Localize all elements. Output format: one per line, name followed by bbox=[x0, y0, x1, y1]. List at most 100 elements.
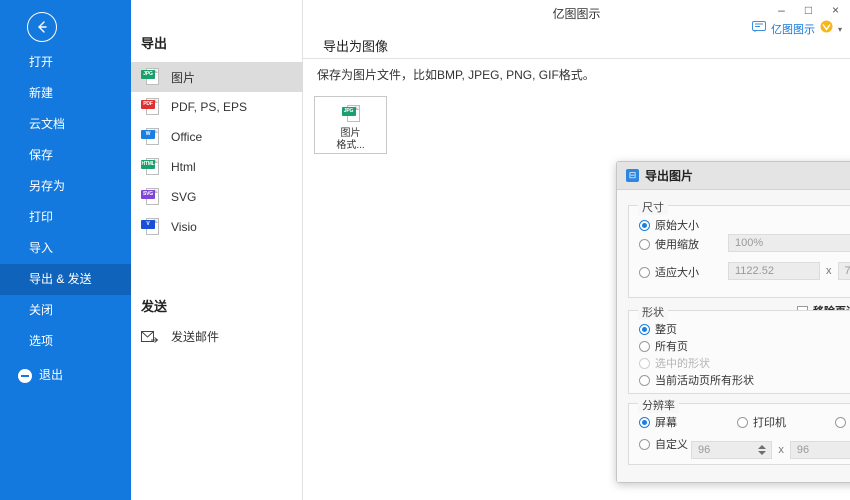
image-format-card-line2: 格式... bbox=[336, 140, 365, 151]
size-x-separator: x bbox=[826, 265, 832, 277]
fit-size-label: 适应大小 bbox=[655, 267, 699, 279]
source-radio[interactable] bbox=[835, 416, 846, 428]
resolution-option-custom[interactable]: 自定义 bbox=[639, 436, 688, 452]
custom-dpi-radio[interactable] bbox=[639, 438, 650, 450]
export-format-list: JPG 图片 PDF PDF, PS, EPS W Office HTML Ht… bbox=[131, 62, 303, 242]
send-item-label: 发送邮件 bbox=[171, 330, 220, 344]
resolution-option-source[interactable]: 来源 bbox=[835, 414, 850, 430]
format-label-image: 图片 bbox=[171, 70, 196, 85]
send-item-mail[interactable]: 发送邮件 bbox=[141, 328, 219, 345]
format-item-html[interactable]: HTML Html bbox=[131, 152, 303, 182]
format-label-svg: SVG bbox=[171, 190, 197, 204]
image-format-card-line1: 图片 bbox=[340, 128, 361, 139]
pdf-file-icon: PDF bbox=[141, 97, 159, 117]
sidebar-item-close[interactable]: 关闭 bbox=[0, 295, 131, 326]
sidebar-item-open[interactable]: 打开 bbox=[0, 47, 131, 78]
shape-option-all-pages[interactable]: 所有页 bbox=[639, 338, 688, 354]
format-label-visio: Visio bbox=[171, 220, 197, 234]
all-pages-label: 所有页 bbox=[655, 341, 688, 353]
use-scale-label: 使用缩放 bbox=[655, 239, 699, 251]
fit-width-input[interactable]: 1122.52 bbox=[728, 262, 820, 280]
format-item-office[interactable]: W Office bbox=[131, 122, 303, 152]
crown-icon bbox=[820, 20, 833, 38]
format-label-pdf: PDF, PS, EPS bbox=[171, 100, 248, 114]
brand-label[interactable]: 亿图图示 bbox=[771, 21, 815, 37]
export-format-column: 导出 JPG 图片 PDF PDF, PS, EPS W Office HTML… bbox=[131, 0, 303, 500]
dialog-app-icon: ⊟ bbox=[626, 169, 639, 182]
active-page-shapes-radio[interactable] bbox=[639, 374, 650, 386]
format-item-svg[interactable]: SVG SVG bbox=[131, 182, 303, 212]
sidebar-item-new[interactable]: 新建 bbox=[0, 78, 131, 109]
shape-group: 形状 整页 所有页 选中的形状 当前活动页所有形状 bbox=[628, 304, 850, 394]
format-item-pdf[interactable]: PDF PDF, PS, EPS bbox=[131, 92, 303, 122]
screen-label: 屏幕 bbox=[655, 417, 677, 429]
dpi-x-stepper[interactable]: 96 bbox=[691, 441, 773, 459]
chevron-down-icon[interactable]: ▾ bbox=[838, 25, 842, 34]
sidebar-item-saveas[interactable]: 另存为 bbox=[0, 171, 131, 202]
whole-page-radio[interactable] bbox=[639, 323, 650, 335]
format-label-office: Office bbox=[171, 130, 203, 144]
resolution-option-screen[interactable]: 屏幕 bbox=[639, 414, 677, 430]
exit-icon bbox=[18, 368, 32, 383]
sidebar-item-exit[interactable]: 退出 bbox=[0, 360, 131, 391]
resolution-option-printer[interactable]: 打印机 bbox=[737, 414, 786, 430]
original-size-row[interactable]: 原始大小 bbox=[639, 217, 699, 233]
html-file-icon: HTML bbox=[141, 157, 159, 177]
active-page-shapes-label: 当前活动页所有形状 bbox=[655, 375, 754, 387]
fit-size-row[interactable]: 适应大小 bbox=[639, 264, 699, 280]
shape-group-legend: 形状 bbox=[638, 304, 668, 320]
scale-value-combo[interactable]: 100% bbox=[728, 234, 850, 252]
jpg-card-icon: JPG bbox=[341, 104, 360, 124]
page-title: 导出为图像 bbox=[323, 39, 389, 54]
format-item-visio[interactable]: V Visio bbox=[131, 212, 303, 242]
use-scale-radio[interactable] bbox=[639, 238, 650, 250]
shape-option-whole-page[interactable]: 整页 bbox=[639, 321, 677, 337]
printer-radio[interactable] bbox=[737, 416, 748, 428]
sidebar-item-options[interactable]: 选项 bbox=[0, 326, 131, 357]
sidebar-item-save[interactable]: 保存 bbox=[0, 140, 131, 171]
mail-icon bbox=[141, 330, 159, 344]
backstage-sidebar: 打开 新建 云文档 保存 另存为 打印 导入 导出 & 发送 关闭 选项 退出 bbox=[0, 0, 131, 500]
sidebar-item-export-send[interactable]: 导出 & 发送 bbox=[0, 264, 131, 295]
sidebar-menu: 打开 新建 云文档 保存 另存为 打印 导入 导出 & 发送 关闭 选项 退出 bbox=[0, 47, 131, 391]
screen-radio[interactable] bbox=[639, 416, 650, 428]
send-section-title: 发送 bbox=[141, 299, 168, 314]
dpi-y-stepper[interactable]: 96 bbox=[789, 441, 850, 459]
jpg-file-icon: JPG bbox=[141, 67, 159, 87]
minimize-button[interactable]: – bbox=[775, 2, 788, 18]
dpi-x-value: 96 bbox=[698, 444, 711, 456]
header-divider bbox=[303, 58, 850, 59]
image-format-card[interactable]: JPG 图片 格式... bbox=[314, 96, 387, 154]
application-window: 打开 新建 云文档 保存 另存为 打印 导入 导出 & 发送 关闭 选项 退出 … bbox=[0, 0, 850, 500]
format-label-html: Html bbox=[171, 160, 196, 174]
sidebar-item-import[interactable]: 导入 bbox=[0, 233, 131, 264]
resolution-group-legend: 分辨率 bbox=[638, 397, 679, 413]
scale-value-text: 100% bbox=[735, 237, 764, 249]
close-window-button[interactable]: × bbox=[829, 2, 842, 18]
all-pages-radio[interactable] bbox=[639, 340, 650, 352]
word-file-icon: W bbox=[141, 127, 159, 147]
page-description: 保存为图片文件，比如BMP, JPEG, PNG, GIF格式。 bbox=[317, 68, 595, 82]
fit-height-input[interactable]: 793.701 bbox=[837, 262, 850, 280]
back-button[interactable] bbox=[27, 12, 57, 42]
svg-file-icon: SVG bbox=[141, 187, 159, 207]
stepper-down-icon[interactable] bbox=[758, 451, 767, 455]
original-size-radio[interactable] bbox=[639, 219, 650, 231]
whole-page-label: 整页 bbox=[655, 324, 677, 336]
maximize-button[interactable]: □ bbox=[802, 2, 815, 18]
sidebar-item-cloud[interactable]: 云文档 bbox=[0, 109, 131, 140]
shape-option-selected-shapes: 选中的形状 bbox=[639, 355, 710, 371]
format-item-image[interactable]: JPG 图片 bbox=[131, 62, 303, 92]
printer-label: 打印机 bbox=[753, 417, 786, 429]
feedback-icon[interactable] bbox=[751, 20, 766, 38]
fit-size-radio[interactable] bbox=[639, 266, 650, 278]
use-scale-row[interactable]: 使用缩放 bbox=[639, 236, 699, 252]
account-brand-row: 亿图图示 ▾ bbox=[751, 20, 842, 38]
sidebar-item-print[interactable]: 打印 bbox=[0, 202, 131, 233]
stepper-up-icon[interactable] bbox=[758, 445, 767, 449]
custom-dpi-label: 自定义 bbox=[655, 439, 688, 451]
shape-option-active-page-shapes[interactable]: 当前活动页所有形状 bbox=[639, 372, 754, 388]
selected-shapes-radio bbox=[639, 357, 650, 369]
visio-file-icon: V bbox=[141, 217, 159, 237]
back-arrow-icon bbox=[38, 21, 47, 33]
